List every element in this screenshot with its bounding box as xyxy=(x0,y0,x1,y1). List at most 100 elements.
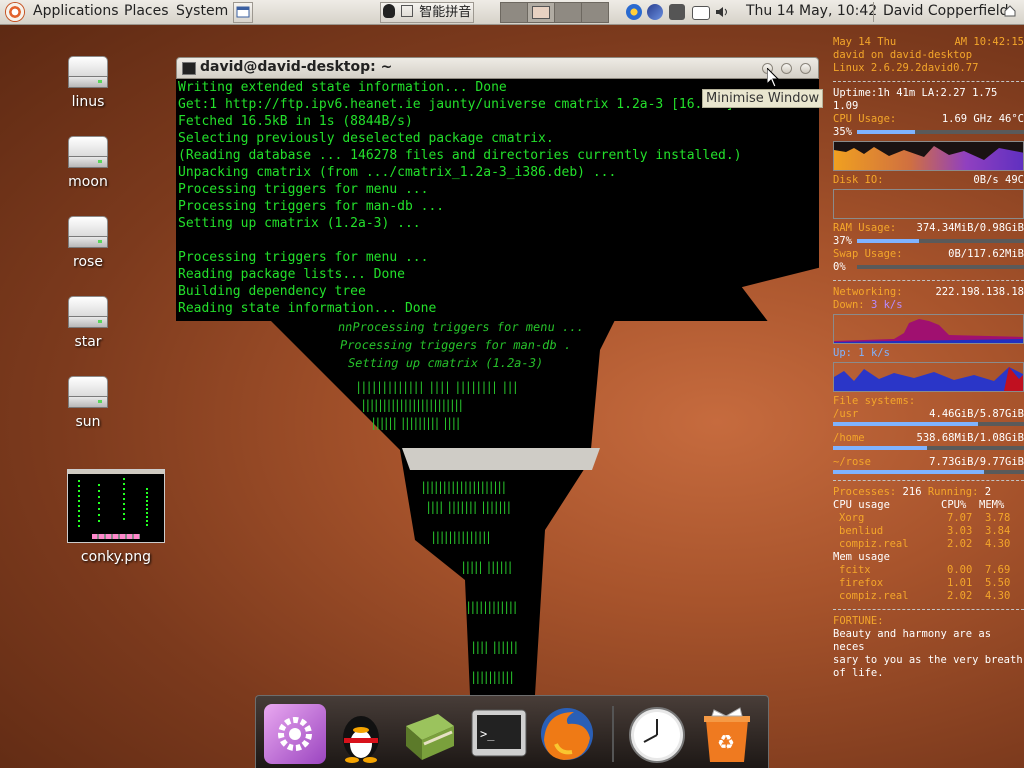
mouse-cursor-icon xyxy=(766,66,780,92)
dock: >_ ♻ xyxy=(255,695,769,768)
qq-penguin-icon[interactable] xyxy=(330,704,392,764)
terminal-title: david@david-desktop: ~ xyxy=(200,59,393,75)
conky-time: AM 10:42:15 xyxy=(954,36,1024,48)
minimize-tooltip: Minimise Window xyxy=(702,89,824,108)
conky-process-name: benliud xyxy=(839,525,884,537)
conky-process-cpu: 3.03 xyxy=(947,525,973,537)
show-desktop-icon[interactable] xyxy=(233,2,253,23)
conky-fs-bar xyxy=(833,470,1024,474)
conky-process-mem: 3.78 xyxy=(985,512,1011,524)
workspace-2[interactable] xyxy=(527,2,555,23)
top-panel: Applications Places System 智能拼音 Thu 14 M… xyxy=(0,0,1024,25)
desktop-file-conky-png[interactable]: conky.png xyxy=(66,469,166,565)
volume-tray-icon[interactable] xyxy=(714,4,730,20)
drive-icon xyxy=(68,296,108,330)
conky-cpu-label: CPU Usage: xyxy=(833,113,897,125)
drive-icon xyxy=(68,376,108,410)
maximize-button[interactable] xyxy=(781,63,792,74)
firefox-icon[interactable] xyxy=(536,704,598,764)
conky-uptime: Uptime:1h 41m LA:2.27 1.75 1.09 xyxy=(833,87,998,112)
matrix-code-shard: Processing triggers for man-db ... xyxy=(338,338,572,352)
dock-separator xyxy=(612,706,614,762)
image-thumbnail xyxy=(67,469,165,543)
mail-tray-icon[interactable] xyxy=(692,6,710,20)
user-switcher[interactable]: David Copperfield xyxy=(883,3,1009,19)
drive-icon xyxy=(68,56,108,90)
conky-disk-value: 0B/s 49C xyxy=(973,174,1024,186)
conky-ram-pct: 37% xyxy=(833,235,852,247)
conky-net-label: Networking: xyxy=(833,286,903,298)
conky-fs-mount: ~/rose xyxy=(833,456,871,468)
conky-cpu-graph xyxy=(833,141,1024,171)
matrix-code-shard: |||||||||| xyxy=(470,670,515,684)
matrix-code-shard: |||| |||||| xyxy=(470,640,519,654)
desktop-drive-linus[interactable]: linus xyxy=(48,56,128,110)
conky-separator xyxy=(833,609,1024,611)
qq-tray-icon[interactable] xyxy=(626,4,642,20)
clock-icon[interactable] xyxy=(626,704,688,764)
conky-process-mem: 4.30 xyxy=(985,590,1011,602)
desktop-icon-label: linus xyxy=(71,94,105,110)
conky-ram-value: 374.34MiB/0.98GiB xyxy=(916,222,1024,234)
menu-system[interactable]: System xyxy=(176,3,228,19)
matrix-code-shard: nnProcessing triggers for menu ... xyxy=(337,320,585,334)
settings-icon[interactable] xyxy=(264,704,326,764)
conky-swap-value: 0B/117.62MiB xyxy=(948,248,1024,260)
conky-process-row: compiz.real 2.02 4.30 xyxy=(833,590,1024,603)
matrix-code-shard: |||||||||||||| xyxy=(430,530,492,544)
conky-fortune-line: sary to you as the very breath xyxy=(833,654,1023,666)
close-button[interactable] xyxy=(800,63,811,74)
conky-process-cpu: 0.00 xyxy=(947,564,973,576)
panel-clock[interactable]: Thu 14 May, 10:42 xyxy=(746,3,877,19)
ubuntu-logo-icon[interactable] xyxy=(6,3,24,21)
menu-applications[interactable]: Applications xyxy=(33,3,119,19)
workspace-4[interactable] xyxy=(581,2,609,23)
ime-indicator[interactable]: 智能拼音 xyxy=(380,2,474,23)
conky-process-cpu: 2.02 xyxy=(947,590,973,602)
trash-icon[interactable]: ♻ xyxy=(696,704,758,764)
conky-swap-bar xyxy=(857,265,1024,269)
terminal-output[interactable]: Writing extended state information... Do… xyxy=(176,79,819,321)
network-tray-icon[interactable] xyxy=(669,4,685,20)
desktop-drive-moon[interactable]: moon xyxy=(48,136,128,190)
terminal-titlebar[interactable]: david@david-desktop: ~ xyxy=(176,57,819,79)
update-tray-icon[interactable] xyxy=(647,4,663,20)
terminal-icon[interactable]: >_ xyxy=(468,704,530,764)
conky-fs-bar xyxy=(833,422,1024,426)
workspace-1[interactable] xyxy=(500,2,528,23)
conky-cpu-bar xyxy=(857,130,1024,134)
conky-running-label: Running: xyxy=(927,486,979,498)
conky-mem-usage-header: Mem usage xyxy=(833,551,890,563)
menu-places[interactable]: Places xyxy=(124,3,169,19)
workspace-3[interactable] xyxy=(554,2,582,23)
conky-separator xyxy=(833,480,1024,482)
conky-process-name: compiz.real xyxy=(839,538,909,550)
desktop-icon-label: rose xyxy=(73,254,103,270)
conky-up-value: 1 k/s xyxy=(858,347,890,359)
conky-process-row: fcitx 0.00 7.69 xyxy=(833,564,1024,577)
conky-disk-graph xyxy=(833,189,1024,219)
desktop-drive-sun[interactable]: sun xyxy=(48,376,128,430)
matrix-code-shard: ||||| |||||| xyxy=(460,560,514,574)
conky-up-label: Up: xyxy=(833,347,852,359)
conky-process-row: firefox 1.01 5.50 xyxy=(833,577,1024,590)
conky-process-mem: 7.69 xyxy=(985,564,1011,576)
conky-fs-value: 4.46GiB/5.87GiB xyxy=(929,408,1024,420)
conky-disk-label: Disk IO: xyxy=(833,174,884,186)
desktop-drive-star[interactable]: star xyxy=(48,296,128,350)
conky-cpu-freq: 1.69 GHz 46°C xyxy=(941,113,1024,125)
matrix-code-shard: Setting up cmatrix (1.2a-3) ... xyxy=(346,356,550,370)
book-icon[interactable] xyxy=(398,704,460,764)
conky-separator xyxy=(833,280,1024,282)
shutdown-icon[interactable] xyxy=(1003,4,1017,18)
conky-process-mem: 5.50 xyxy=(985,577,1011,589)
conky-down-label: Down: xyxy=(833,299,865,311)
desktop-drive-rose[interactable]: rose xyxy=(48,216,128,270)
matrix-code-shard: |||| ||||||| ||||||| xyxy=(425,500,513,514)
desktop-icon-label: sun xyxy=(75,414,101,430)
ime-label: 智能拼音 xyxy=(419,5,472,20)
conky-down-value: 3 k/s xyxy=(870,299,903,311)
terminal-line: Processing triggers for menu ... xyxy=(178,250,429,265)
conky-cpu-col: CPU% xyxy=(941,499,967,511)
